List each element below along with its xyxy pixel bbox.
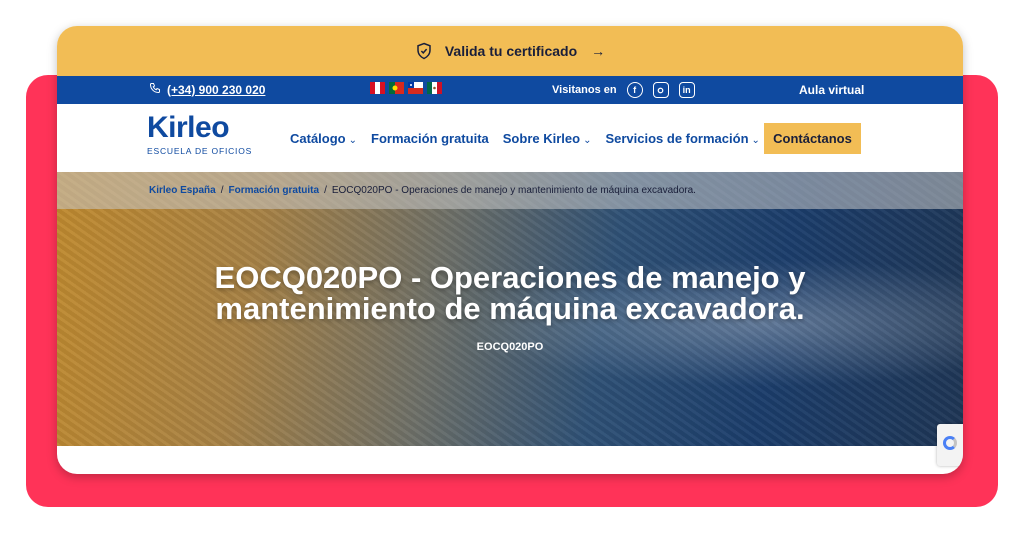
flag-peru-icon[interactable]	[370, 82, 385, 94]
logo-tagline: ESCUELA DE OFICIOS	[147, 146, 253, 156]
certificate-link-label[interactable]: Valida tu certificado	[445, 43, 577, 59]
phone-number[interactable]: (+34) 900 230 020	[167, 83, 265, 97]
nav-item-servicios[interactable]: Servicios de formación ⌄	[605, 131, 759, 146]
kirleo-logo[interactable]: Kirleo ESCUELA DE OFICIOS	[147, 111, 253, 157]
nav-menu: Catálogo ⌄ Formación gratuita Sobre Kirle…	[290, 131, 760, 146]
logo-wordmark: Kirleo	[147, 111, 230, 144]
hero-banner: Kirleo España / Formación gratuita / EOC…	[57, 172, 963, 466]
chevron-down-icon: ⌄	[751, 135, 760, 146]
aula-virtual-link[interactable]: Aula virtual	[799, 83, 864, 97]
instagram-icon[interactable]	[652, 82, 669, 98]
chevron-down-icon: ⌄	[348, 135, 358, 146]
phone-icon	[149, 82, 161, 97]
breadcrumb-link-home[interactable]: Kirleo España	[149, 185, 216, 196]
nav-item-label: Servicios de formación	[605, 131, 749, 146]
breadcrumb-current: EOCQ020PO - Operaciones de manejo y mant…	[331, 185, 696, 196]
visit-label: Visitanos en	[552, 84, 617, 96]
facebook-icon[interactable]: f	[626, 82, 643, 98]
nav-item-formacion-gratuita[interactable]: Formación gratuita	[371, 131, 489, 146]
flag-chile-icon[interactable]	[408, 82, 423, 94]
main-navigation: Kirleo ESCUELA DE OFICIOS Catálogo ⌄ Form…	[57, 104, 963, 172]
flag-mexico-icon[interactable]	[427, 82, 442, 94]
flag-portugal-icon[interactable]	[389, 82, 404, 94]
breadcrumb: Kirleo España / Formación gratuita / EOC…	[57, 172, 963, 209]
country-flags	[370, 82, 442, 94]
recaptcha-icon	[943, 436, 957, 450]
nav-item-label: Sobre Kirleo	[502, 131, 581, 146]
nav-item-sobre-kirleo[interactable]: Sobre Kirleo ⌄	[503, 131, 592, 146]
social-links: Visitanos en f in	[552, 82, 695, 98]
nav-item-label: Formación gratuita	[371, 131, 489, 146]
course-code: EOCQ020PO	[476, 341, 544, 353]
nav-item-catalogo[interactable]: Catálogo ⌄	[290, 131, 357, 146]
arrow-right-icon: →	[591, 43, 606, 59]
shield-check-icon	[415, 42, 433, 60]
top-info-bar: (+34) 900 230 020 Visitanos en f in Aula…	[57, 76, 963, 104]
nav-item-label: Catálogo	[290, 131, 346, 146]
page-title-line: EOCQ020PO - Operaciones de manejo y	[214, 260, 806, 295]
linkedin-icon[interactable]: in	[678, 82, 695, 98]
breadcrumb-link-formacion[interactable]: Formación gratuita	[228, 185, 319, 196]
website-window: Valida tu certificado → (+34) 900 230 02…	[57, 26, 963, 474]
page-title-line: mantenimiento de máquina excavadora.	[215, 291, 805, 326]
breadcrumb-separator: /	[220, 185, 224, 196]
certificate-banner[interactable]: Valida tu certificado →	[57, 26, 963, 76]
chevron-down-icon: ⌄	[583, 135, 592, 146]
page-title: EOCQ020PO - Operaciones de manejo y mant…	[117, 262, 903, 324]
breadcrumb-separator: /	[324, 185, 327, 196]
stage: Valida tu certificado → (+34) 900 230 02…	[0, 0, 1024, 536]
recaptcha-badge[interactable]	[937, 424, 963, 466]
contact-button[interactable]: Contáctanos	[764, 123, 861, 154]
phone-link[interactable]: (+34) 900 230 020	[149, 82, 265, 97]
